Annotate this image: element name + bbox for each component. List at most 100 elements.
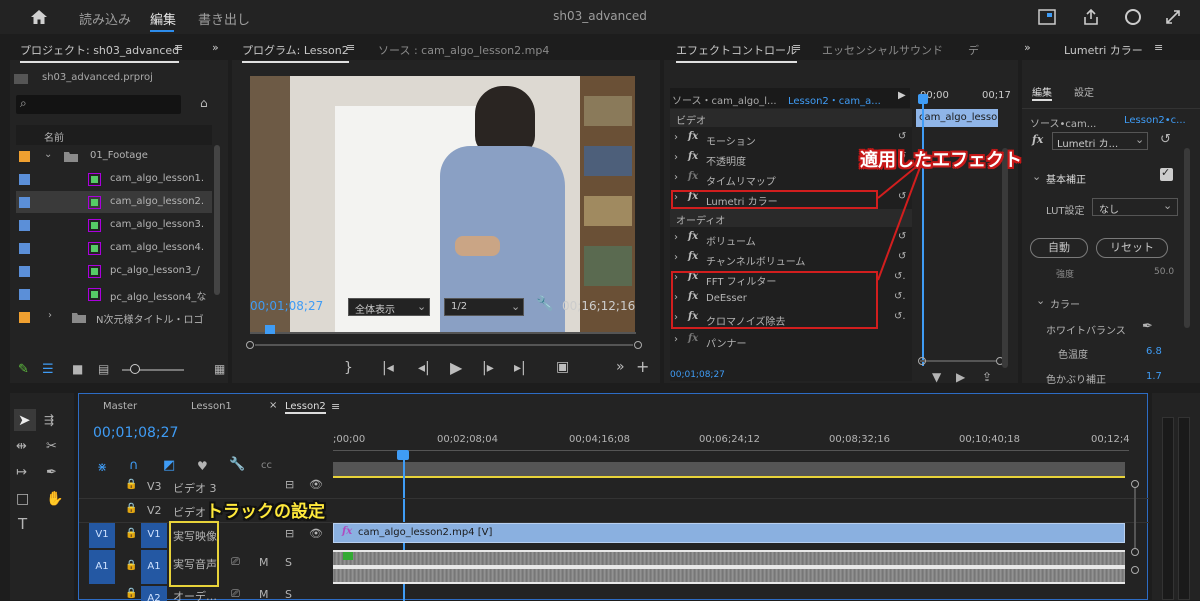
effect-zoom-bar[interactable] [920,360,996,362]
lock-icon[interactable]: 🔒 [125,479,137,490]
list-item[interactable]: cam_algo_lesson1. [16,168,212,190]
tab-lesson2[interactable]: Lesson2 [285,401,326,414]
tab-more[interactable]: デ [968,42,979,58]
source-label[interactable]: ソース•cam... [1030,115,1096,130]
step-back-icon[interactable]: ◂| [418,360,430,376]
target-a2[interactable]: A2 [141,586,167,601]
step-forward-icon[interactable]: |▸ [482,360,494,376]
tab-effect-controls[interactable]: エフェクトコントロール [676,42,797,63]
list-item[interactable]: pc_algo_lesson4_な [16,283,212,305]
zoom-slider-handle[interactable] [130,364,140,374]
tab-lumetri[interactable]: Lumetri カラー [1064,42,1143,58]
tab-program[interactable]: プログラム: Lesson2 [242,42,349,63]
panel-menu-icon[interactable]: ≡ [346,41,355,54]
play-icon[interactable]: ▶ [898,90,906,101]
go-to-out-icon[interactable]: ▸| [514,360,526,376]
audio-clip[interactable] [333,550,1125,584]
solo-button[interactable]: S [285,556,292,569]
quality-select[interactable]: 1/2 ⌄ [444,298,524,316]
freeform-view-icon[interactable]: ▤ [98,362,109,376]
export-icon[interactable]: ⇪ [982,370,992,384]
panel-menu-icon[interactable]: ≡ [331,400,340,413]
reset-icon[interactable]: ↺ [1160,132,1171,147]
time-ruler[interactable]: ;00;00 00;02;08;04 00;04;16;08 00;06;24;… [333,434,1130,462]
panel-menu-icon[interactable]: ≡ [1154,41,1163,54]
auto-button[interactable]: 自動 [1030,238,1088,258]
list-item-selected[interactable]: cam_algo_lesson2. [16,191,212,213]
chevron-down-icon[interactable]: ⌄ [1032,170,1041,183]
magnet-icon[interactable]: ∩ [129,458,139,473]
list-item[interactable]: › N次元様タイトル・ロゴ [16,306,212,328]
tab-settings[interactable]: 設定 [1074,84,1094,99]
timeline-timecode[interactable]: 00;01;08;27 [93,425,178,441]
type-tool-icon[interactable]: T [18,515,27,533]
playhead-marker[interactable] [918,94,928,104]
sync-icon[interactable]: ⊟ [285,527,294,540]
voiceover-icon[interactable]: ⎚ [231,555,240,569]
tab-master[interactable]: Master [103,401,137,412]
scrollbar[interactable] [1184,148,1190,328]
hand-tool-icon[interactable]: ✋ [46,491,63,507]
target-v1[interactable]: V1 [141,522,167,548]
video-clip[interactable]: fx cam_algo_lesson2.mp4 [V] [333,523,1125,543]
lock-icon[interactable]: 🔒 [125,588,137,599]
mute-button[interactable]: M [259,588,269,601]
track-select-tool-icon[interactable]: ⇶ [44,413,54,427]
panel-overflow-icon[interactable]: » [1024,41,1031,54]
fullscreen-icon[interactable] [1165,9,1181,25]
tab-edit[interactable]: 編集 [1032,84,1052,101]
marker-icon[interactable]: ♥ [197,459,208,473]
zoom-bar[interactable] [255,344,633,346]
panel-menu-icon[interactable]: ≡ [792,41,801,54]
target-label[interactable]: Lesson2・cam_a... [788,92,881,107]
scrollbar[interactable] [1002,148,1008,368]
target-label[interactable]: Lesson2•c... [1124,115,1186,126]
razor-tool-icon[interactable]: ✂ [46,439,57,454]
mute-button[interactable]: M [259,556,269,569]
scrollbar[interactable] [214,145,220,295]
chevron-down-icon[interactable]: ⌄ [44,149,52,160]
project-search-input[interactable]: ⌕ [16,95,181,114]
list-item[interactable]: cam_algo_lesson3. [16,214,212,236]
panel-overflow-icon[interactable]: » [212,41,219,54]
export-frame-icon[interactable]: ▣ [556,359,569,375]
basic-enable-checkbox[interactable]: ✓ [1160,166,1173,181]
progress-icon[interactable] [1124,8,1142,26]
zoom-handle-right[interactable] [634,341,642,349]
bin-icon[interactable]: ▦ [214,362,225,376]
play-audio-icon[interactable]: ▶ [956,370,965,384]
snap-icon[interactable]: ⋇ [97,460,107,474]
add-button-icon[interactable]: + [636,357,649,376]
go-to-in-icon[interactable]: |◂ [382,360,394,376]
new-bin-search-icon[interactable]: ⌂ [200,96,208,110]
lut-select[interactable]: なし ⌄ [1092,198,1178,216]
tab-essential-sound[interactable]: エッセンシャルサウンド [822,42,943,58]
intensity-value[interactable]: 50.0 [1154,267,1174,277]
tab-lesson1[interactable]: Lesson1 [191,401,232,412]
scrub-bar[interactable] [250,332,636,334]
chevron-down-icon[interactable]: ⌄ [1036,294,1045,307]
quick-export-icon[interactable] [1038,9,1056,25]
overflow-icon[interactable]: » [616,359,625,375]
playhead-marker[interactable] [265,325,275,334]
reset-button[interactable]: リセット [1096,238,1168,258]
lock-icon[interactable]: 🔒 [125,560,137,571]
lock-icon[interactable]: 🔒 [125,528,137,539]
clip-bar[interactable]: cam_algo_lesso [916,109,998,127]
chevron-right-icon[interactable]: › [48,310,52,321]
solo-button[interactable]: S [285,588,292,601]
effect-row-panner[interactable]: › fx パンナー [670,331,912,353]
list-item[interactable]: pc_algo_lesson3_/ [16,260,212,282]
fit-select[interactable]: 全体表示 ⌄ [348,298,430,316]
eyedropper-icon[interactable]: ✒ [1142,319,1153,334]
selection-tool-icon[interactable]: ➤ [18,411,31,429]
linked-selection-icon[interactable]: ◩ [163,458,175,473]
eye-icon[interactable]: 👁 [309,527,323,540]
icon-view-icon[interactable]: ■ [72,362,83,376]
playhead-timecode[interactable]: 00;01;08;27 [250,299,323,313]
zoom-handle-left[interactable] [246,341,254,349]
voiceover-icon[interactable]: ⎚ [231,587,240,601]
panel-menu-icon[interactable]: ≡ [174,41,183,54]
tab-source[interactable]: ソース : cam_algo_lesson2.mp4 [378,42,549,58]
ripple-edit-tool-icon[interactable]: ⇹ [16,439,27,454]
